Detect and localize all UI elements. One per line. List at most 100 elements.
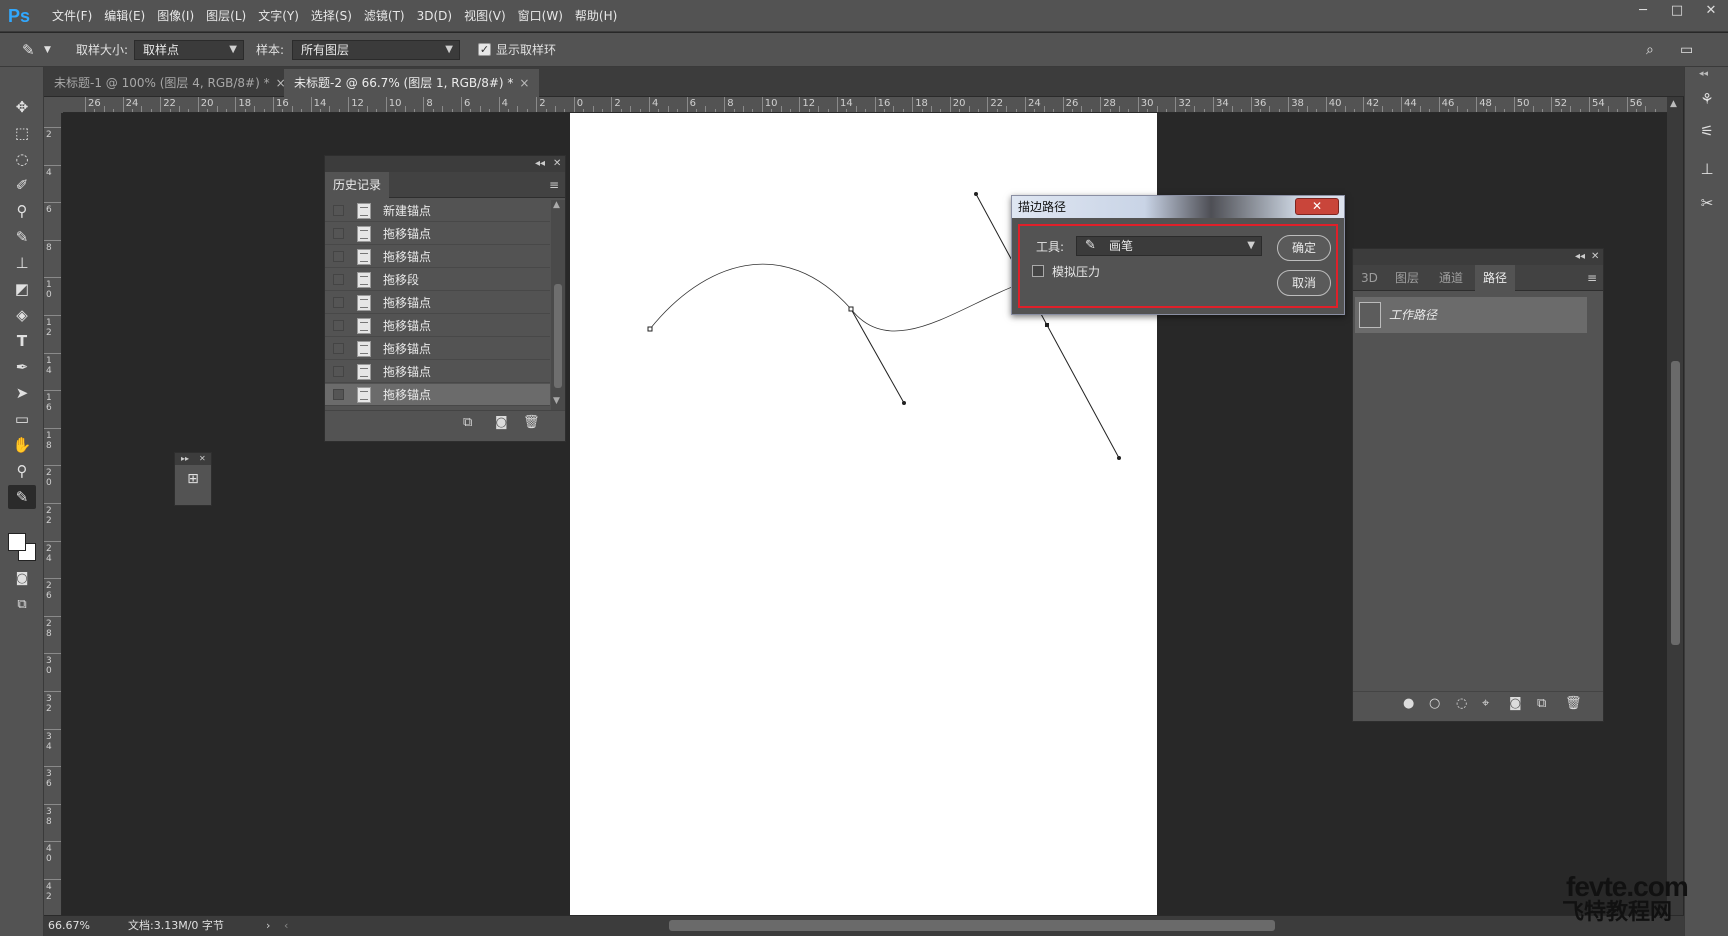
- brush-presets-icon[interactable]: ⚘: [1695, 87, 1719, 111]
- menu-layer[interactable]: 图层(L): [200, 0, 252, 32]
- history-item[interactable]: 拖移锚点: [325, 361, 550, 383]
- zoom-level[interactable]: 66.67%: [48, 916, 90, 936]
- menu-edit[interactable]: 编辑(E): [98, 0, 151, 32]
- menu-select[interactable]: 选择(S): [305, 0, 358, 32]
- eyedropper-icon[interactable]: ⚲: [8, 199, 36, 223]
- tab-3d[interactable]: 3D: [1353, 265, 1386, 291]
- brush-icon[interactable]: ✎: [8, 225, 36, 249]
- history-checkbox[interactable]: [333, 343, 344, 354]
- history-item[interactable]: 拖移锚点: [325, 223, 550, 245]
- hand-icon[interactable]: ✋: [8, 433, 36, 457]
- sample-select[interactable]: 所有图层 ▼: [292, 40, 460, 60]
- scroll-up-icon[interactable]: ▲: [553, 200, 560, 210]
- tab-layers[interactable]: 图层: [1387, 265, 1427, 291]
- tab-paths[interactable]: 路径: [1475, 265, 1516, 291]
- workspace-icon[interactable]: ▭: [1680, 33, 1693, 67]
- dialog-close-button[interactable]: ✕: [1295, 198, 1339, 215]
- history-scroll-thumb[interactable]: [554, 284, 562, 388]
- work-path-row[interactable]: 工作路径: [1355, 297, 1587, 333]
- close-icon[interactable]: ×: [519, 76, 529, 90]
- clone-source-icon[interactable]: ⊥: [1695, 157, 1719, 181]
- vertical-scroll-thumb[interactable]: [1671, 361, 1680, 645]
- sample-size-select[interactable]: 取样点 ▼: [134, 40, 244, 60]
- menu-image[interactable]: 图像(I): [151, 0, 200, 32]
- collapse-icon[interactable]: ◂◂: [535, 156, 545, 172]
- add-mask-icon[interactable]: ◙: [1509, 696, 1522, 711]
- cancel-button[interactable]: 取消: [1277, 270, 1331, 296]
- quick-select-icon[interactable]: ✐: [8, 173, 36, 197]
- chevron-right-icon[interactable]: ›: [266, 916, 270, 936]
- panel-menu-icon[interactable]: ≡: [1587, 265, 1597, 291]
- collapse-icon[interactable]: ◂◂: [1699, 69, 1708, 79]
- tab-channels[interactable]: 通道: [1431, 265, 1471, 291]
- maximize-button[interactable]: □: [1660, 0, 1694, 22]
- close-window-button[interactable]: ✕: [1694, 0, 1728, 22]
- load-selection-icon[interactable]: ◌: [1456, 696, 1467, 711]
- history-checkbox[interactable]: [333, 389, 344, 400]
- screen-mode-icon[interactable]: ⧉: [8, 593, 36, 617]
- menu-window[interactable]: 窗口(W): [512, 0, 569, 32]
- menu-view[interactable]: 视图(V): [458, 0, 512, 32]
- history-checkbox[interactable]: [333, 205, 344, 216]
- minimize-button[interactable]: ─: [1626, 0, 1660, 22]
- menu-filter[interactable]: 滤镜(T): [358, 0, 411, 32]
- path-select-icon[interactable]: ➤: [8, 381, 36, 405]
- vertical-scrollbar[interactable]: ▲: [1667, 97, 1683, 915]
- history-item[interactable]: 拖移段: [325, 269, 550, 291]
- close-icon[interactable]: ✕: [1591, 249, 1599, 265]
- fill-path-icon[interactable]: ●: [1403, 696, 1414, 711]
- menu-type[interactable]: 文字(Y): [252, 0, 305, 32]
- new-path-icon[interactable]: ⧉: [1537, 696, 1546, 711]
- chevron-down-icon[interactable]: ▼: [44, 33, 51, 67]
- camera-icon[interactable]: ◙: [495, 415, 508, 430]
- collapse-icon[interactable]: ▸▸: [181, 453, 189, 465]
- history-checkbox[interactable]: [333, 274, 344, 285]
- new-document-from-state-icon[interactable]: ⧉: [463, 415, 472, 430]
- move-icon[interactable]: ✥: [8, 95, 36, 119]
- ok-button[interactable]: 确定: [1277, 235, 1331, 261]
- eyedropper-preset-icon[interactable]: ✎: [22, 33, 35, 67]
- history-item[interactable]: 拖移锚点: [325, 315, 550, 337]
- menu-file[interactable]: 文件(F): [46, 0, 98, 32]
- horizontal-scroll-thumb[interactable]: [669, 920, 1275, 931]
- rectangle-icon[interactable]: ▭: [8, 407, 36, 431]
- history-checkbox[interactable]: [333, 366, 344, 377]
- tab-history[interactable]: 历史记录: [325, 172, 390, 198]
- close-icon[interactable]: ✕: [553, 156, 561, 172]
- pen-icon[interactable]: ✒: [8, 355, 36, 379]
- menu-3d[interactable]: 3D(D): [411, 0, 458, 32]
- menu-help[interactable]: 帮助(H): [569, 0, 623, 32]
- paint-bucket-icon[interactable]: ◈: [8, 303, 36, 327]
- tool-select[interactable]: ✎ 画笔 ▼: [1076, 236, 1262, 256]
- history-scrollbar[interactable]: ▲ ▼: [551, 200, 565, 410]
- tab-document-1[interactable]: 未标题-1 @ 100% (图层 4, RGB/8#) * ×: [44, 69, 296, 97]
- history-item[interactable]: 拖移锚点: [325, 292, 550, 314]
- show-ring-checkbox[interactable]: ✓: [478, 43, 491, 56]
- lasso-icon[interactable]: ◌: [8, 147, 36, 171]
- history-checkbox[interactable]: [333, 251, 344, 262]
- quick-mask-icon[interactable]: ◙: [8, 567, 36, 591]
- dialog-title-bar[interactable]: 描边路径 ✕: [1012, 196, 1344, 218]
- type-icon[interactable]: T: [8, 329, 36, 353]
- trash-icon[interactable]: 🗑: [523, 415, 540, 430]
- history-item[interactable]: 拖移锚点: [325, 338, 550, 360]
- eyedropper-active-icon[interactable]: ✎: [8, 485, 36, 509]
- scroll-left-icon[interactable]: ‹: [284, 916, 288, 936]
- properties-icon[interactable]: ⊞: [183, 471, 203, 493]
- stroke-path-icon[interactable]: ○: [1429, 696, 1440, 711]
- foreground-color-swatch[interactable]: [8, 533, 26, 551]
- search-icon[interactable]: ⌕: [1646, 33, 1654, 67]
- scroll-down-icon[interactable]: ▼: [553, 396, 560, 406]
- make-work-path-icon[interactable]: ⌖: [1482, 696, 1489, 711]
- history-item-selected[interactable]: 拖移锚点: [325, 384, 550, 406]
- history-checkbox[interactable]: [333, 320, 344, 331]
- history-item[interactable]: 拖移锚点: [325, 246, 550, 268]
- eraser-icon[interactable]: ◩: [8, 277, 36, 301]
- adjustments-icon[interactable]: ⚟: [1695, 119, 1719, 143]
- panel-menu-icon[interactable]: ≡: [549, 172, 559, 198]
- marquee-icon[interactable]: ⬚: [8, 121, 36, 145]
- trash-icon[interactable]: 🗑: [1565, 696, 1582, 711]
- tool-presets-icon[interactable]: ✂: [1695, 191, 1719, 215]
- scroll-up-icon[interactable]: ▲: [1670, 99, 1677, 109]
- stamp-icon[interactable]: ⊥: [8, 251, 36, 275]
